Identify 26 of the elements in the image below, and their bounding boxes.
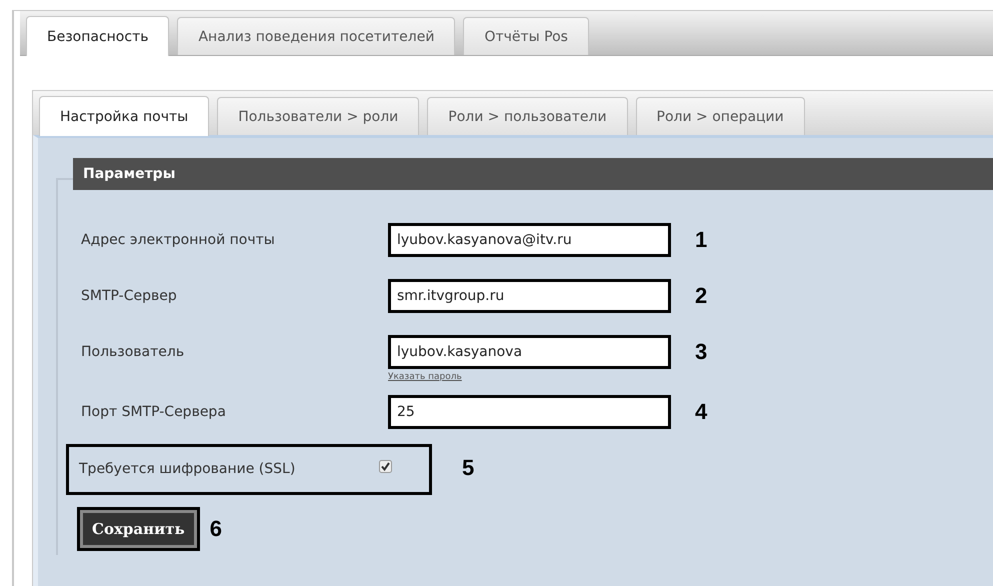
field-label: Адрес электронной почты (80, 232, 276, 248)
field-label: Пользователь (80, 344, 186, 360)
tab[interactable]: Настройка почты (39, 96, 210, 136)
section-header: Параметры (73, 158, 993, 190)
tab[interactable]: Безопасность (26, 16, 170, 56)
checkbox-label: Требуется шифрование (SSL) (79, 460, 296, 479)
tab[interactable]: Анализ поведения посетителей (177, 17, 456, 55)
callout-number: 3 (695, 339, 708, 365)
callout-number: 2 (695, 283, 708, 309)
callout-number: 1 (695, 227, 708, 253)
field-label: Порт SMTP-Сервера (80, 404, 227, 420)
input-field[interactable]: smr.itvgroup.ru (388, 279, 671, 313)
tab[interactable]: Отчёты Pos (463, 17, 589, 55)
checkbox[interactable] (379, 460, 392, 473)
field-label: SMTP-Сервер (80, 288, 178, 304)
tab[interactable]: Пользователи > роли (217, 97, 420, 135)
input-field[interactable]: lyubov.kasyanova (388, 335, 671, 369)
set-password-link[interactable]: Указать пароль (388, 372, 462, 382)
callout-number: 5 (462, 454, 474, 480)
input-field[interactable]: lyubov.kasyanova@itv.ru (388, 223, 671, 257)
save-button[interactable]: Сохранить (77, 507, 200, 551)
callout-number: 4 (695, 399, 708, 425)
tab[interactable]: Роли > операции (636, 97, 805, 135)
input-field[interactable]: 25 (388, 395, 671, 429)
callout-number: 6 (210, 516, 222, 542)
tab[interactable]: Роли > пользователи (427, 97, 628, 135)
